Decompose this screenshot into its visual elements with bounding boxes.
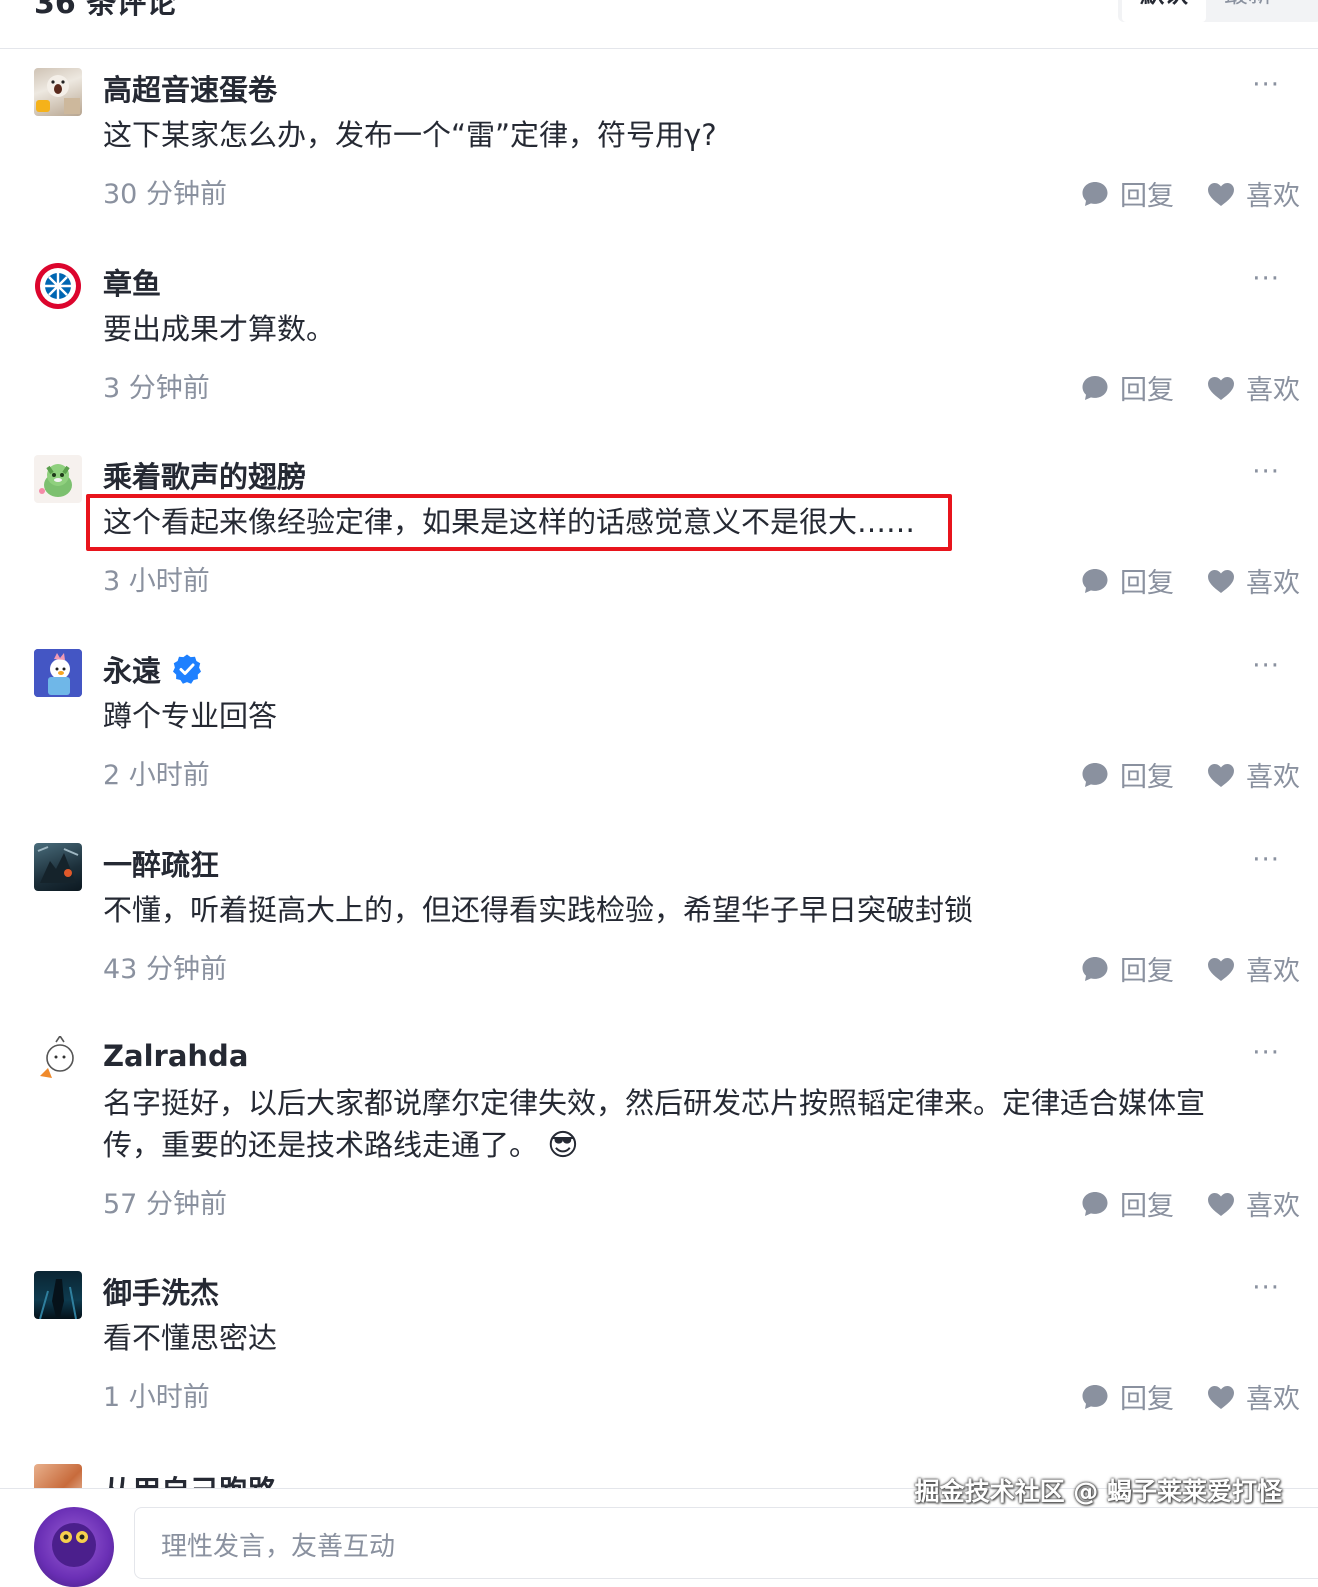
comment-time: 57 分钟前 [103, 1189, 227, 1220]
avatar[interactable] [34, 455, 82, 503]
sort-switch: 默认 最新 [1118, 0, 1318, 22]
comment-bubble-icon [1082, 375, 1108, 400]
comment-bubble-icon [1082, 1384, 1108, 1409]
comment-text: 看不懂思密达 [103, 1321, 278, 1355]
author-name[interactable]: 永遠 [103, 649, 203, 689]
comment-text: 这个看起来像经验定律，如果是这样的话感觉意义不是很大…… [103, 505, 916, 539]
avatar[interactable] [34, 1036, 82, 1084]
heart-icon [1208, 569, 1234, 593]
avatar[interactable] [34, 649, 82, 697]
reply-label: 回复 [1120, 1191, 1174, 1222]
sort-default-tab[interactable]: 默认 [1122, 0, 1206, 22]
author-name[interactable]: 御手洗杰 [103, 1271, 219, 1311]
heart-icon [1208, 763, 1234, 787]
comment-time: 3 分钟前 [103, 373, 210, 404]
like-label: 喜欢 [1246, 1191, 1300, 1222]
avatar[interactable] [34, 1464, 82, 1488]
comment-text: 名字挺好，以后大家都说摩尔定律失效，然后研发芯片按照韬定律来。定律适合媒体宣传，… [103, 1082, 1253, 1167]
comment-time: 43 分钟前 [103, 954, 227, 985]
comment-input-placeholder: 理性发言，友善互动 [161, 1532, 396, 1562]
reply-button[interactable]: 回复 [1080, 561, 1174, 600]
more-options-icon[interactable]: ··· [1252, 651, 1280, 681]
heart-icon [1208, 957, 1234, 981]
like-label: 喜欢 [1246, 762, 1300, 793]
comment-actions: 回复 喜欢 [1048, 949, 1300, 988]
more-options-icon[interactable]: ··· [1252, 70, 1280, 100]
comment-time: 30 分钟前 [103, 179, 227, 210]
avatar[interactable] [34, 843, 82, 891]
like-button[interactable]: 喜欢 [1206, 755, 1300, 794]
author-name[interactable]: 乘着歌声的翅膀 [103, 455, 306, 495]
comment-text: 要出成果才算数。 [103, 312, 336, 346]
author-name[interactable]: 章鱼 [103, 262, 161, 302]
more-options-icon[interactable]: ··· [1252, 457, 1280, 487]
like-button[interactable]: 喜欢 [1206, 174, 1300, 213]
comment-bubble-icon [1082, 762, 1108, 787]
comment-bubble-icon [1082, 181, 1108, 206]
more-options-icon[interactable]: ··· [1252, 264, 1280, 294]
like-button[interactable]: 喜欢 [1206, 1184, 1300, 1223]
comment-count: 36 条评论 [34, 0, 177, 21]
comment-time: 1 小时前 [103, 1382, 210, 1413]
comment-time: 2 小时前 [103, 760, 210, 791]
reply-button[interactable]: 回复 [1080, 174, 1174, 213]
reply-label: 回复 [1120, 956, 1174, 987]
comment-actions: 回复 喜欢 [1048, 755, 1300, 794]
reply-button[interactable]: 回复 [1080, 949, 1174, 988]
comment-time: 3 小时前 [103, 566, 210, 597]
sunglasses-emoji: 😎 [547, 1128, 579, 1163]
like-button[interactable]: 喜欢 [1206, 1377, 1300, 1416]
heart-icon [1208, 1192, 1234, 1216]
reply-label: 回复 [1120, 1384, 1174, 1415]
more-options-icon[interactable]: ··· [1252, 1038, 1280, 1068]
reply-button[interactable]: 回复 [1080, 368, 1174, 407]
heart-icon [1208, 1385, 1234, 1409]
more-options-icon[interactable]: ··· [1252, 1273, 1280, 1303]
like-label: 喜欢 [1246, 181, 1300, 212]
author-name[interactable]: Zalrahda [103, 1036, 248, 1076]
comment-actions: 回复 喜欢 [1048, 174, 1300, 213]
avatar[interactable] [34, 262, 82, 310]
comment-bubble-icon [1082, 568, 1108, 593]
author-name[interactable]: 高超音速蛋卷 [103, 68, 277, 108]
comment-bubble-icon [1082, 956, 1108, 981]
comment-actions: 回复 喜欢 [1048, 368, 1300, 407]
heart-icon [1208, 182, 1234, 206]
heart-icon [1208, 376, 1234, 400]
avatar[interactable] [34, 1271, 82, 1319]
reply-label: 回复 [1120, 762, 1174, 793]
comment-actions: 回复 喜欢 [1048, 561, 1300, 600]
comment-input[interactable]: 理性发言，友善互动 [134, 1507, 1318, 1579]
comment-text-body: 名字挺好，以后大家都说摩尔定律失效，然后研发芯片按照韬定律来。定律适合媒体宣传，… [103, 1086, 1206, 1162]
more-options-icon[interactable]: ··· [1252, 845, 1280, 875]
comment-text: 不懂，听着挺高大上的，但还得看实践检验，希望华子早日突破封锁 [103, 893, 974, 927]
verified-badge-icon [173, 654, 202, 684]
current-user-avatar[interactable] [34, 1507, 114, 1587]
watermark: 掘金技术社区 @ 蝎子莱莱爱打怪 [914, 1477, 1282, 1506]
like-label: 喜欢 [1246, 568, 1300, 599]
reply-label: 回复 [1120, 375, 1174, 406]
reply-button[interactable]: 回复 [1080, 1184, 1174, 1223]
like-label: 喜欢 [1246, 956, 1300, 987]
reply-button[interactable]: 回复 [1080, 1377, 1174, 1416]
sort-latest-tab[interactable]: 最新 [1206, 0, 1290, 22]
like-button[interactable]: 喜欢 [1206, 368, 1300, 407]
like-label: 喜欢 [1246, 1384, 1300, 1415]
author-name[interactable]: 从用自己跑路 [103, 1468, 277, 1488]
author-name[interactable]: 一醉疏狂 [103, 843, 219, 883]
author-name-text: 永遠 [103, 654, 162, 688]
like-button[interactable]: 喜欢 [1206, 949, 1300, 988]
comment-text: 蹲个专业回答 [103, 699, 278, 733]
reply-button[interactable]: 回复 [1080, 755, 1174, 794]
avatar[interactable] [34, 68, 82, 116]
comment-bubble-icon [1082, 1191, 1108, 1216]
comment-text: 这下某家怎么办，发布一个“雷”定律，符号用γ? [103, 118, 717, 152]
like-button[interactable]: 喜欢 [1206, 561, 1300, 600]
reply-label: 回复 [1120, 181, 1174, 212]
reply-label: 回复 [1120, 568, 1174, 599]
comment-actions: 回复 喜欢 [1048, 1184, 1300, 1223]
comment-actions: 回复 喜欢 [1048, 1377, 1300, 1416]
like-label: 喜欢 [1246, 375, 1300, 406]
comments-header: 36 条评论 默认 最新 [0, 0, 1318, 49]
